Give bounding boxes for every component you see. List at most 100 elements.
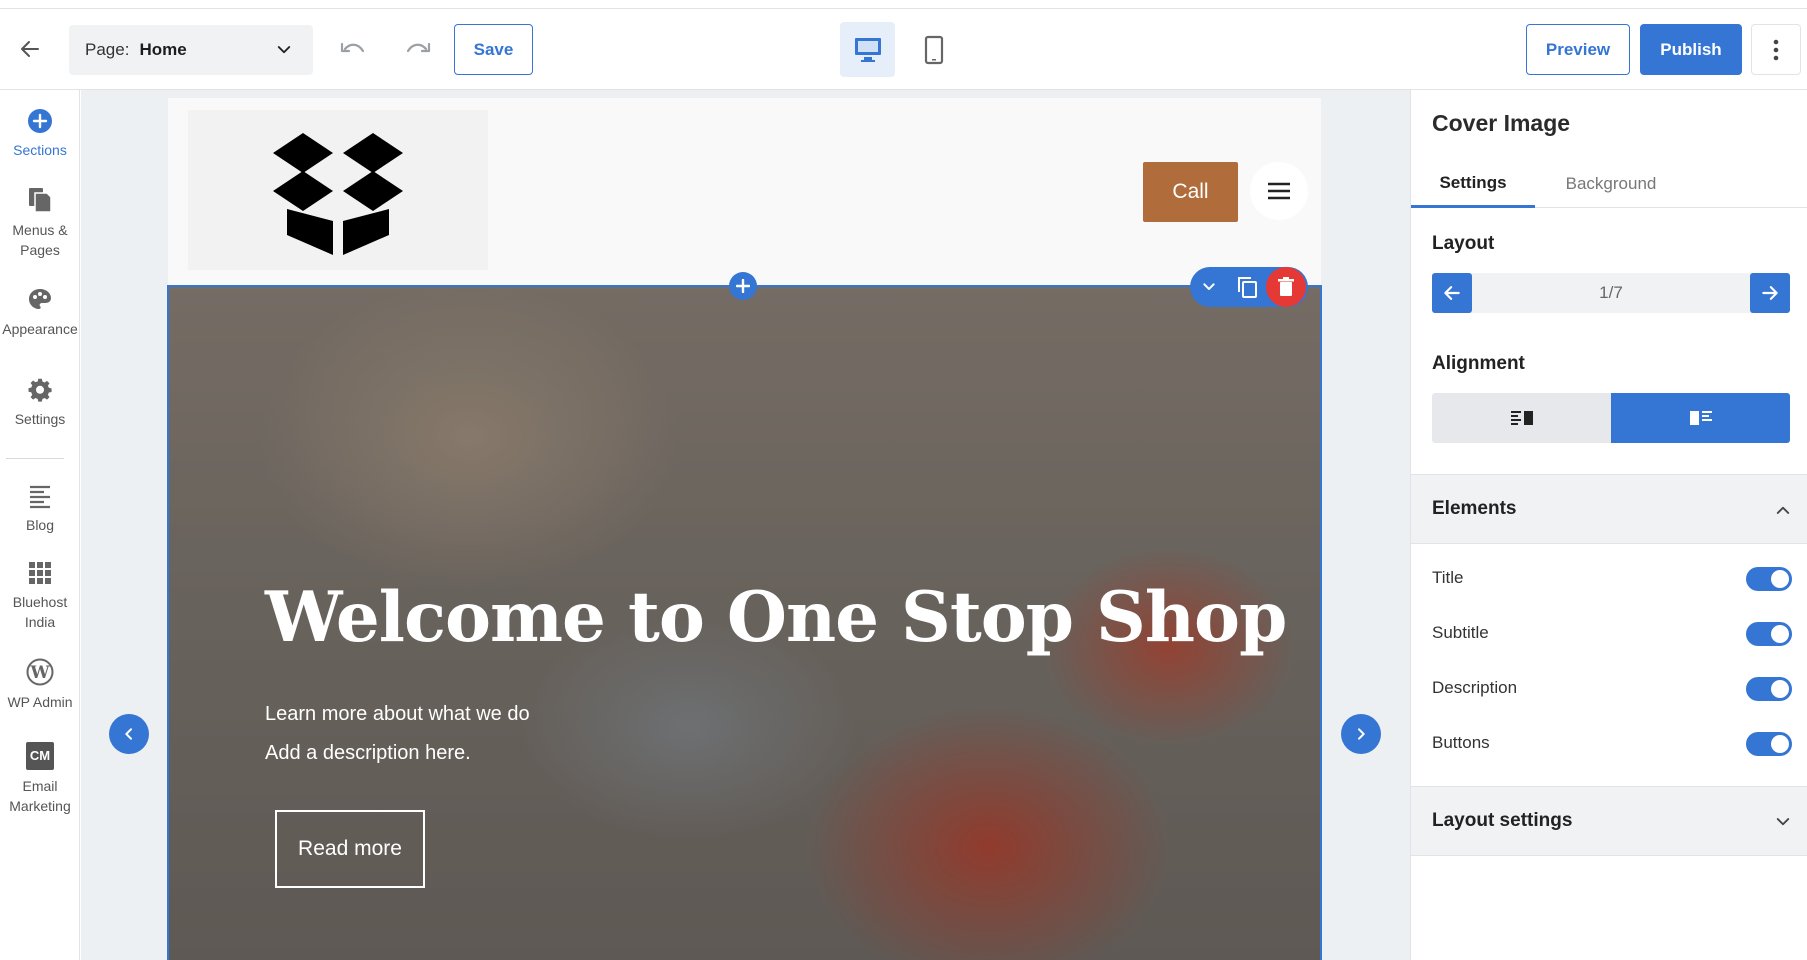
hero-subtitle[interactable]: Learn more about what we do <box>265 703 530 726</box>
elements-label: Elements <box>1432 498 1517 519</box>
sidebar-item-blog[interactable]: Blog <box>0 479 80 535</box>
redo-icon <box>406 42 431 53</box>
blog-icon <box>27 479 53 509</box>
toggle-row-subtitle: Subtitle <box>1432 618 1792 648</box>
sidebar-item-sections[interactable]: Sections <box>0 104 80 160</box>
description-toggle[interactable] <box>1746 677 1792 701</box>
left-sidebar: Sections Menus & Pages Appearance Settin… <box>0 90 80 960</box>
more-options-button[interactable] <box>1751 24 1801 75</box>
page-select-value: Home <box>139 40 187 59</box>
hamburger-icon <box>1268 182 1290 200</box>
next-slide-button[interactable] <box>1341 714 1381 754</box>
page-select[interactable]: Page: Home <box>69 25 313 75</box>
tab-background[interactable]: Background <box>1546 160 1676 208</box>
layout-settings-accordion-header[interactable]: Layout settings <box>1411 786 1807 856</box>
toggle-label: Buttons <box>1432 733 1490 752</box>
sidebar-item-label: WP Admin <box>7 694 73 710</box>
hero-description[interactable]: Add a description here. <box>265 742 471 765</box>
call-button[interactable]: Call <box>1143 162 1238 222</box>
hero-title[interactable]: Welcome to One Stop Shop <box>265 577 1287 658</box>
undo-button[interactable] <box>333 29 373 69</box>
align-text-right-icon <box>1689 411 1712 425</box>
save-button[interactable]: Save <box>454 24 533 75</box>
undo-icon <box>340 42 365 53</box>
site-logo[interactable] <box>188 110 488 270</box>
section-toolbar <box>1190 267 1308 307</box>
settings-panel: Cover Image Settings Background Layout 1… <box>1410 90 1807 960</box>
align-left-option[interactable] <box>1432 393 1611 443</box>
mobile-view-button[interactable] <box>906 22 961 77</box>
copy-icon <box>1238 277 1257 298</box>
sidebar-item-label: Menus & Pages <box>12 222 68 258</box>
panel-tabs: Settings Background <box>1411 160 1807 208</box>
layout-stepper: 1/7 <box>1432 273 1790 313</box>
align-right-option[interactable] <box>1611 393 1790 443</box>
section-collapse-button[interactable] <box>1190 267 1228 307</box>
toggle-row-description: Description <box>1432 673 1792 703</box>
cm-icon: CM <box>26 740 54 770</box>
sidebar-divider <box>6 458 64 459</box>
sidebar-item-menus-pages[interactable]: Menus & Pages <box>0 184 80 260</box>
arrow-left-icon <box>21 41 39 57</box>
arrow-left-icon <box>1444 286 1460 300</box>
sidebar-item-settings[interactable]: Settings <box>0 373 80 429</box>
layout-label: Layout <box>1432 233 1495 254</box>
add-section-button[interactable] <box>729 272 757 300</box>
sidebar-item-label: Email Marketing <box>9 778 71 814</box>
back-button[interactable] <box>10 29 50 69</box>
site-preview: Call Welcome to One Stop Shop Learn more… <box>167 98 1322 960</box>
delete-section-button[interactable] <box>1266 267 1306 307</box>
plus-icon <box>736 279 750 293</box>
editor-canvas: Call Welcome to One Stop Shop Learn more… <box>81 90 1410 960</box>
gear-icon <box>27 373 53 403</box>
hero-content: Welcome to One Stop Shop Learn more abou… <box>169 287 1320 960</box>
elements-accordion-header[interactable]: Elements <box>1411 474 1807 544</box>
sidebar-item-label: Bluehost India <box>12 594 68 630</box>
toggle-label: Subtitle <box>1432 623 1489 642</box>
desktop-view-button[interactable] <box>840 22 895 77</box>
tab-settings[interactable]: Settings <box>1411 160 1535 208</box>
preview-button[interactable]: Preview <box>1526 24 1630 75</box>
buttons-toggle[interactable] <box>1746 732 1792 756</box>
desktop-icon <box>854 37 881 62</box>
svg-text:W: W <box>29 663 50 683</box>
hamburger-menu-button[interactable] <box>1250 162 1308 220</box>
pages-icon <box>27 184 53 214</box>
site-header[interactable]: Call <box>168 98 1321 285</box>
palette-icon <box>27 283 53 313</box>
alignment-label: Alignment <box>1432 353 1525 374</box>
grid-icon <box>27 556 53 586</box>
duplicate-section-button[interactable] <box>1228 267 1266 307</box>
toggle-row-buttons: Buttons <box>1432 728 1792 758</box>
editor-toolbar: Page: Home Save Preview Publish <box>0 9 1807 90</box>
sidebar-item-appearance[interactable]: Appearance <box>0 283 80 339</box>
sidebar-item-bluehost-india[interactable]: Bluehost India <box>0 556 80 632</box>
toggle-label: Description <box>1432 678 1518 697</box>
plus-circle-icon <box>27 104 53 134</box>
previous-slide-button[interactable] <box>109 714 149 754</box>
toggle-label: Title <box>1432 568 1464 587</box>
page-select-label: Page: <box>85 40 130 59</box>
panel-title: Cover Image <box>1432 110 1571 136</box>
title-toggle[interactable] <box>1746 567 1792 591</box>
read-more-button[interactable]: Read more <box>275 810 425 888</box>
publish-button[interactable]: Publish <box>1640 24 1742 75</box>
chevron-down-icon <box>1776 818 1790 826</box>
layout-next-button[interactable] <box>1750 273 1790 313</box>
sidebar-item-label: Sections <box>13 142 67 158</box>
mobile-icon <box>924 35 943 64</box>
subtitle-toggle[interactable] <box>1746 622 1792 646</box>
sidebar-item-wp-admin[interactable]: W WP Admin <box>0 656 80 712</box>
cm-badge: CM <box>26 742 54 770</box>
cover-image-section[interactable]: Welcome to One Stop Shop Learn more abou… <box>167 285 1322 960</box>
sidebar-item-label: Appearance <box>2 321 78 337</box>
more-vertical-icon <box>1773 39 1779 60</box>
wordpress-icon: W <box>26 656 54 686</box>
layout-prev-button[interactable] <box>1432 273 1472 313</box>
trash-icon <box>1278 277 1294 296</box>
sidebar-item-email-marketing[interactable]: CM Email Marketing <box>0 740 80 816</box>
align-text-left-icon <box>1510 411 1533 425</box>
redo-button[interactable] <box>398 29 438 69</box>
layout-settings-label: Layout settings <box>1432 810 1573 831</box>
chevron-down-icon <box>1203 283 1215 290</box>
